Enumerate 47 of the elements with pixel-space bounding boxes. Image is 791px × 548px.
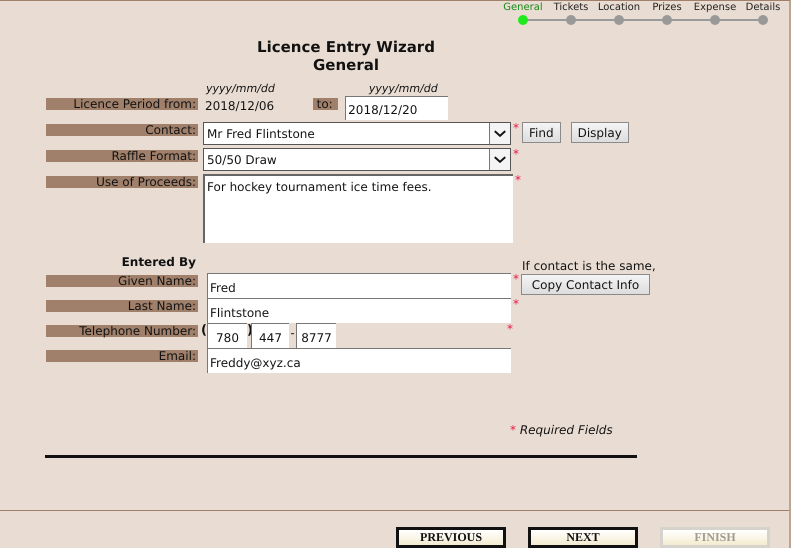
step-tab[interactable]: Prizes (652, 1, 682, 14)
field-label: Use of Proceeds: (46, 176, 198, 188)
field-label: Given Name: (46, 275, 198, 287)
required-mark: * (512, 298, 520, 310)
phone-paren: ( (201, 323, 207, 338)
dropdown[interactable]: 50/50 Draw (203, 148, 511, 171)
required-mark: * (512, 273, 520, 285)
chevron-down-icon (489, 123, 510, 144)
proceeds-field[interactable]: For hockey tournament ice time fees. (203, 174, 513, 243)
date-format-hint: yyyy/mm/dd (368, 82, 438, 95)
phone-field[interactable]: 447 (251, 323, 289, 348)
chevron-down-icon (489, 149, 510, 170)
action-button[interactable]: Find (522, 122, 561, 143)
required-mark: * (506, 323, 514, 335)
to-date-field[interactable]: 2018/12/20 (345, 96, 448, 120)
text-field[interactable]: Fred (207, 273, 511, 298)
field-label: Contact: (46, 124, 198, 136)
step-title: General (313, 56, 379, 74)
step-tab[interactable]: Location (598, 1, 640, 14)
step-tab[interactable]: Details (746, 1, 780, 14)
text-field[interactable]: Flintstone (207, 298, 511, 323)
field-label: to: (313, 98, 338, 110)
date-format-hint: yyyy/mm/dd (206, 82, 275, 95)
step-tab[interactable]: Tickets (554, 1, 588, 14)
from-date: 2018/12/06 (205, 99, 274, 113)
text-field[interactable]: Freddy@xyz.ca (207, 348, 511, 373)
phone-dash: - (289, 326, 296, 340)
required-mark: * (512, 148, 520, 160)
field-label: Telephone Number: (46, 325, 198, 337)
nav-button[interactable]: NEXT (528, 527, 638, 548)
field-label: Email: (46, 350, 198, 362)
field-label: Last Name: (46, 300, 198, 312)
required-mark: * (514, 174, 522, 186)
dropdown[interactable]: Mr Fred Flintstone (203, 122, 511, 145)
action-button[interactable]: Display (570, 122, 629, 143)
nav-button[interactable]: PREVIOUS (396, 527, 506, 548)
step-tab[interactable]: Expense (694, 1, 736, 14)
wizard-title: Licence Entry Wizard (257, 38, 435, 56)
field-label: Licence Period from: (46, 98, 198, 110)
required-mark: * (512, 122, 520, 134)
phone-field[interactable]: 780 (207, 323, 247, 348)
section-heading: Entered By (120, 255, 197, 269)
phone-field[interactable]: 8777 (296, 323, 336, 348)
required-fields-note: * Required Fields (510, 423, 613, 437)
copy-hint: If contact is the same, (522, 259, 656, 273)
field-label: Raffle Format: (46, 150, 198, 162)
copy-contact-button[interactable]: Copy Contact Info (521, 274, 650, 295)
